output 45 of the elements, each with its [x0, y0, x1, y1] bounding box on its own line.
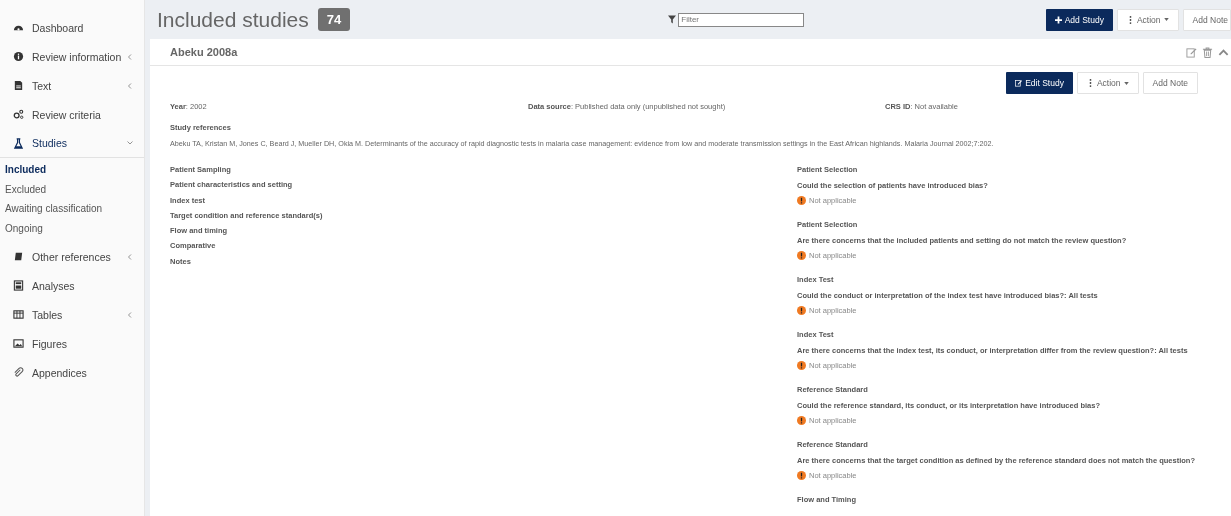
chevron-left-icon [126, 52, 134, 61]
sidebar-item[interactable]: Review criteria [0, 100, 144, 129]
chevron-left-icon [126, 81, 134, 90]
sidebar-item[interactable]: Other references [0, 242, 144, 271]
edit-study-button[interactable]: Edit Study [1006, 72, 1073, 94]
sidebar-item[interactable]: Text [0, 71, 144, 100]
add-note-button[interactable]: Add Note [1182, 8, 1231, 31]
chevron-down-icon [126, 139, 134, 147]
sidebar-item[interactable]: Appendices [0, 358, 144, 387]
count-badge: 74 [317, 8, 351, 31]
image-icon [13, 338, 24, 349]
study-name: Abeku 2008a [170, 46, 238, 58]
filter-field[interactable]: Filter [678, 12, 805, 27]
paperclip-icon [13, 367, 24, 378]
plus-icon [1054, 15, 1062, 24]
caret-icon [1163, 18, 1169, 21]
filter-icon [668, 15, 677, 24]
info-icon [13, 51, 24, 62]
add-study-button[interactable]: Add Study [1045, 8, 1113, 31]
document-icon [13, 80, 24, 91]
sidebar-item[interactable]: Figures [0, 329, 144, 358]
chevron-left-icon [126, 252, 134, 261]
sidebar-item[interactable]: Studies [0, 129, 144, 158]
sidebar-subitem[interactable]: Included [0, 160, 144, 180]
sidebar-item[interactable]: Dashboard [0, 13, 144, 42]
sidebar-subitem[interactable]: Excluded [0, 179, 144, 199]
sidebar-item[interactable]: Tables [0, 300, 144, 329]
caret-icon [1123, 81, 1129, 85]
action-dropdown[interactable]: Action [1116, 8, 1179, 31]
chevron-up-icon[interactable] [1218, 46, 1229, 58]
chevron-left-icon [126, 310, 134, 319]
page-title: Included studies [157, 7, 309, 32]
sidebar-item[interactable]: Analyses [0, 271, 144, 300]
sidebar-subitem[interactable]: Awaiting classification [0, 199, 144, 219]
action-dropdown[interactable]: Action [1076, 72, 1139, 94]
edit-icon[interactable] [1186, 46, 1197, 58]
flask-icon [13, 137, 24, 149]
trash-icon[interactable] [1202, 46, 1213, 58]
table-icon [13, 309, 24, 320]
calculator-icon [13, 280, 24, 291]
edit-icon [1015, 79, 1023, 87]
add-note-button[interactable]: Add Note [1142, 72, 1198, 94]
gears-icon [13, 109, 24, 120]
sidebar-item[interactable]: Review information [0, 42, 144, 71]
sidebar-subitem[interactable]: Ongoing [0, 218, 144, 238]
